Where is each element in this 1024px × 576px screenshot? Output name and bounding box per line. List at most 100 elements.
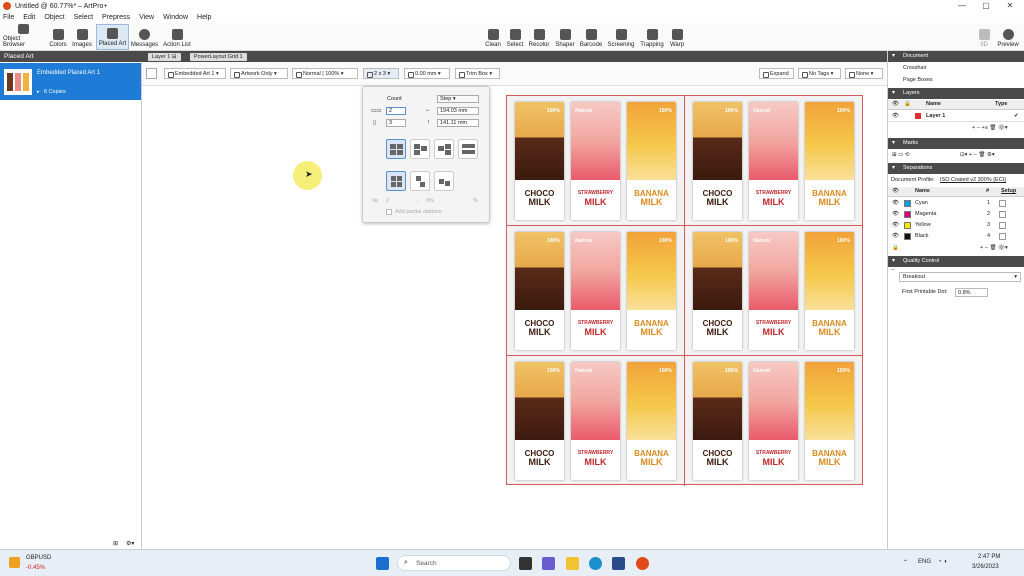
yellow-setup-icon[interactable]: [999, 222, 1006, 229]
teams-icon[interactable]: [542, 557, 555, 570]
copies-toggle-icon[interactable]: ▸: [37, 89, 40, 95]
action-list-button[interactable]: Action List: [162, 24, 192, 50]
menu-select[interactable]: Select: [74, 14, 93, 21]
separations-section-header[interactable]: Separations: [888, 163, 1024, 174]
minimize-icon[interactable]: —: [950, 0, 974, 12]
menu-view[interactable]: View: [139, 14, 154, 21]
layer-actions-icons[interactable]: + − +≡ 🗑 ⚙▾: [972, 125, 1008, 131]
recolor-button[interactable]: Recolor: [528, 24, 550, 50]
menu-help[interactable]: Help: [197, 14, 211, 21]
windows-start-icon[interactable]: [376, 557, 389, 570]
tray-chevron-icon[interactable]: ⌃: [903, 559, 908, 566]
layout-option-4[interactable]: [458, 139, 478, 159]
count-step-dropdown[interactable]: Step ▾: [437, 95, 479, 103]
menu-edit[interactable]: Edit: [23, 14, 35, 21]
barcode-button[interactable]: Barcode: [579, 24, 603, 50]
preview-button[interactable]: Preview: [996, 24, 1020, 50]
layers-section-header[interactable]: Layers: [888, 88, 1024, 99]
grid-cell[interactable]: 100% CHOCO MILK Natural STRAWBERRY MILK 100% BA…: [507, 96, 685, 226]
tab-layer-1[interactable]: Layer 1 ⊟: [148, 53, 181, 61]
expand-button[interactable]: Expand: [759, 68, 794, 79]
trapping-button[interactable]: Trapping: [639, 24, 665, 50]
layer-row[interactable]: 👁 Layer 1 ✔: [888, 111, 1024, 122]
grid-cell[interactable]: 100% CHOCO MILK Natural STRAWBERRY MILK 100% BA…: [685, 356, 863, 486]
grid-cell[interactable]: 100% CHOCO MILK Natural STRAWBERRY MILK 100% BA…: [507, 356, 685, 486]
object-type-icon[interactable]: [146, 68, 157, 79]
document-section-header[interactable]: Document: [888, 51, 1024, 62]
magenta-setup-icon[interactable]: [999, 211, 1006, 218]
menu-object[interactable]: Object: [44, 14, 64, 21]
network-volume-icons[interactable]: ◔ ◑: [938, 559, 947, 565]
yellow-visibility-icon[interactable]: 👁: [892, 222, 899, 228]
add-icon[interactable]: ⊞: [113, 540, 118, 547]
layer-visibility-icon[interactable]: 👁: [892, 113, 899, 119]
quality-mode-dropdown[interactable]: Breakout ▾: [899, 272, 1021, 282]
width-input[interactable]: 194.03 mm: [437, 107, 479, 115]
marks-section-header[interactable]: Marks: [888, 138, 1024, 149]
document-profile-value[interactable]: ISO Coated v2 300% (ECI): [940, 177, 1006, 183]
artwork-mode-dropdown[interactable]: Artwork Only ▾: [230, 68, 288, 79]
separation-row-black[interactable]: 👁 Black 4: [888, 231, 1024, 242]
separation-row-cyan[interactable]: 👁 Cyan 1: [888, 198, 1024, 209]
separation-row-yellow[interactable]: 👁 Yellow 3: [888, 220, 1024, 231]
placed-art-button[interactable]: Placed Art: [96, 24, 129, 50]
grid-cell[interactable]: 100% CHOCO MILK Natural STRAWBERRY MILK 100% BA…: [507, 226, 685, 356]
quality-control-section-header[interactable]: Quality Control: [888, 256, 1024, 267]
separation-row-magenta[interactable]: 👁 Magenta 2: [888, 209, 1024, 220]
screening-button[interactable]: Screening: [606, 24, 636, 50]
black-setup-icon[interactable]: [999, 233, 1006, 240]
warp-button[interactable]: Warp: [668, 24, 686, 50]
crosshair-item[interactable]: Crosshair: [903, 65, 927, 71]
black-visibility-icon[interactable]: 👁: [892, 233, 899, 239]
trim-box-dropdown[interactable]: Trim Box ▾: [455, 68, 500, 79]
clean-button[interactable]: Clean: [484, 24, 502, 50]
tags-dropdown[interactable]: No Tags ▾: [798, 68, 841, 79]
quality-minus-icon[interactable]: −: [891, 267, 894, 273]
arrange-option-3[interactable]: [434, 171, 454, 191]
blend-mode-dropdown[interactable]: Normal | 100% ▾: [292, 68, 358, 79]
menu-file[interactable]: File: [3, 14, 14, 21]
images-button[interactable]: Images: [71, 24, 93, 50]
maximize-icon[interactable]: ▢: [974, 0, 998, 12]
tab-powerlayout-grid[interactable]: PowerLayout Grid 1: [190, 53, 247, 61]
settings-gear-icon[interactable]: ⚙▾: [126, 540, 134, 547]
shaper-button[interactable]: Shaper: [554, 24, 576, 50]
select-button[interactable]: Select: [505, 24, 525, 50]
offset-dropdown[interactable]: 0.00 mm ▾: [404, 68, 450, 79]
3d-button[interactable]: 3D: [975, 24, 993, 50]
page-boxes-item[interactable]: Page Boxes: [903, 77, 933, 83]
menu-prepress[interactable]: Prepress: [102, 14, 130, 21]
powerlayout-grid[interactable]: 100% CHOCO MILK Natural STRAWBERRY MILK 100% BA…: [506, 95, 863, 486]
layout-option-1[interactable]: [386, 139, 406, 159]
cyan-setup-icon[interactable]: [999, 200, 1006, 207]
clock-time[interactable]: 2:47 PM: [978, 554, 1000, 560]
first-printable-dot-input[interactable]: 0.8%: [955, 288, 988, 297]
taskbar-search[interactable]: ⌕ Search: [397, 555, 511, 571]
arrange-option-1[interactable]: [386, 171, 406, 191]
placed-art-list-item[interactable]: Embedded Placed Art 1 ▸ 6 Copies: [0, 63, 141, 100]
magenta-visibility-icon[interactable]: 👁: [892, 211, 899, 217]
grid-size-dropdown[interactable]: 2 x 3 ▾: [363, 68, 399, 79]
height-input[interactable]: 141.11 mm: [437, 119, 479, 127]
cyan-visibility-icon[interactable]: 👁: [892, 200, 899, 206]
separations-actions-icons[interactable]: + − 🗑 ⚙▾: [980, 245, 1008, 251]
none-dropdown[interactable]: None ▾: [845, 68, 883, 79]
marks-tools-icons[interactable]: ⊞ ▭ ⟲: [892, 152, 909, 158]
store-icon[interactable]: [612, 557, 625, 570]
clock-date[interactable]: 3/26/2023: [972, 564, 999, 570]
edge-icon[interactable]: [589, 557, 602, 570]
language-indicator[interactable]: ENG: [918, 559, 931, 565]
grid-cell[interactable]: 100% CHOCO MILK Natural STRAWBERRY MILK 100% BA…: [685, 226, 863, 356]
grid-cell[interactable]: 100% CHOCO MILK Natural STRAWBERRY MILK 100% BA…: [685, 96, 863, 226]
marks-actions-icons[interactable]: ⊡▾ + − 🗑 ⚙▾: [960, 152, 995, 158]
messages-button[interactable]: Messages: [131, 24, 158, 50]
rows-input[interactable]: 3: [386, 119, 406, 127]
colors-button[interactable]: Colors: [47, 24, 69, 50]
stock-widget-icon[interactable]: [9, 557, 20, 568]
separations-lock-icon[interactable]: 🔒: [892, 245, 899, 251]
layout-option-3[interactable]: [434, 139, 454, 159]
task-view-icon[interactable]: [519, 557, 532, 570]
arrange-option-2[interactable]: [410, 171, 430, 191]
close-icon[interactable]: ✕: [998, 0, 1022, 12]
columns-input[interactable]: 2: [386, 107, 406, 115]
